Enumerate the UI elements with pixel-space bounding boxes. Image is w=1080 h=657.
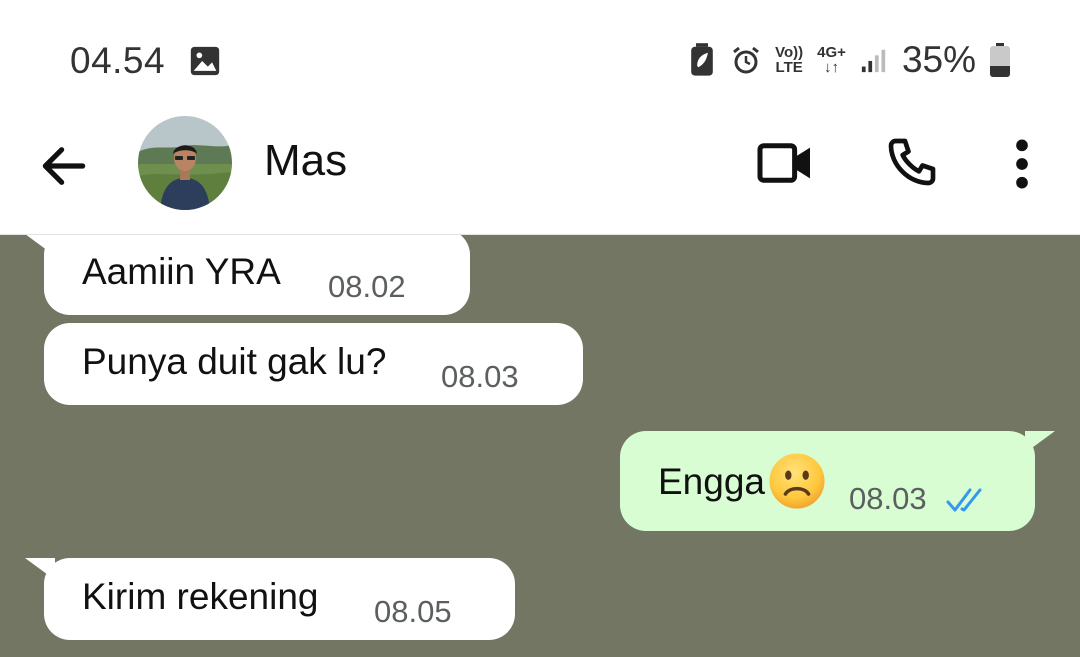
status-time: 04.54 (70, 40, 166, 81)
chat-area[interactable]: Aamiin YRA 08.02 Punya duit gak lu? 08.0… (0, 235, 1080, 657)
message-time: 08.02 (328, 269, 406, 304)
video-call-icon[interactable] (756, 138, 814, 188)
message-text: Aamiin YRA (82, 251, 281, 292)
slightly-frowning-face-icon (769, 453, 825, 509)
message-text: Engga (658, 461, 765, 502)
bubble-tail (26, 235, 55, 256)
battery-icon (990, 43, 1010, 77)
gallery-notification-icon (190, 46, 220, 76)
bubble-tail (25, 558, 55, 580)
chat-header: Mas (0, 110, 1080, 235)
message-time: 08.03 (849, 481, 927, 516)
more-options-icon[interactable] (1006, 136, 1038, 192)
status-bar: 04.54 Vo)) LTE 4G+ ↓↑ 35% (0, 0, 1080, 110)
battery-saver-icon (691, 43, 713, 76)
message-text: Punya duit gak lu? (82, 341, 387, 382)
status-icons: Vo)) LTE 4G+ ↓↑ 35% (687, 38, 1010, 82)
message-bubble-incoming[interactable]: Kirim rekening 08.05 (44, 558, 515, 640)
contact-name[interactable]: Mas (264, 136, 347, 186)
voice-call-icon[interactable] (884, 134, 940, 190)
contact-avatar[interactable] (138, 116, 232, 210)
network-indicator: 4G+ ↓↑ (817, 44, 846, 76)
message-bubble-incoming[interactable]: Aamiin YRA 08.02 (44, 235, 470, 315)
message-time: 08.05 (374, 594, 452, 629)
alarm-icon (733, 46, 760, 74)
volte-indicator: Vo)) LTE (775, 44, 804, 76)
read-receipt-icon (946, 488, 982, 512)
back-arrow-icon[interactable] (36, 138, 92, 194)
battery-percent: 35% (901, 39, 976, 80)
message-bubble-incoming[interactable]: Punya duit gak lu? 08.03 (44, 323, 583, 405)
message-bubble-outgoing[interactable]: Engga 08.03 (620, 431, 1035, 531)
bubble-tail (1025, 431, 1055, 453)
signal-strength-icon (861, 49, 886, 73)
message-time: 08.03 (441, 359, 519, 394)
message-text: Kirim rekening (82, 576, 319, 617)
